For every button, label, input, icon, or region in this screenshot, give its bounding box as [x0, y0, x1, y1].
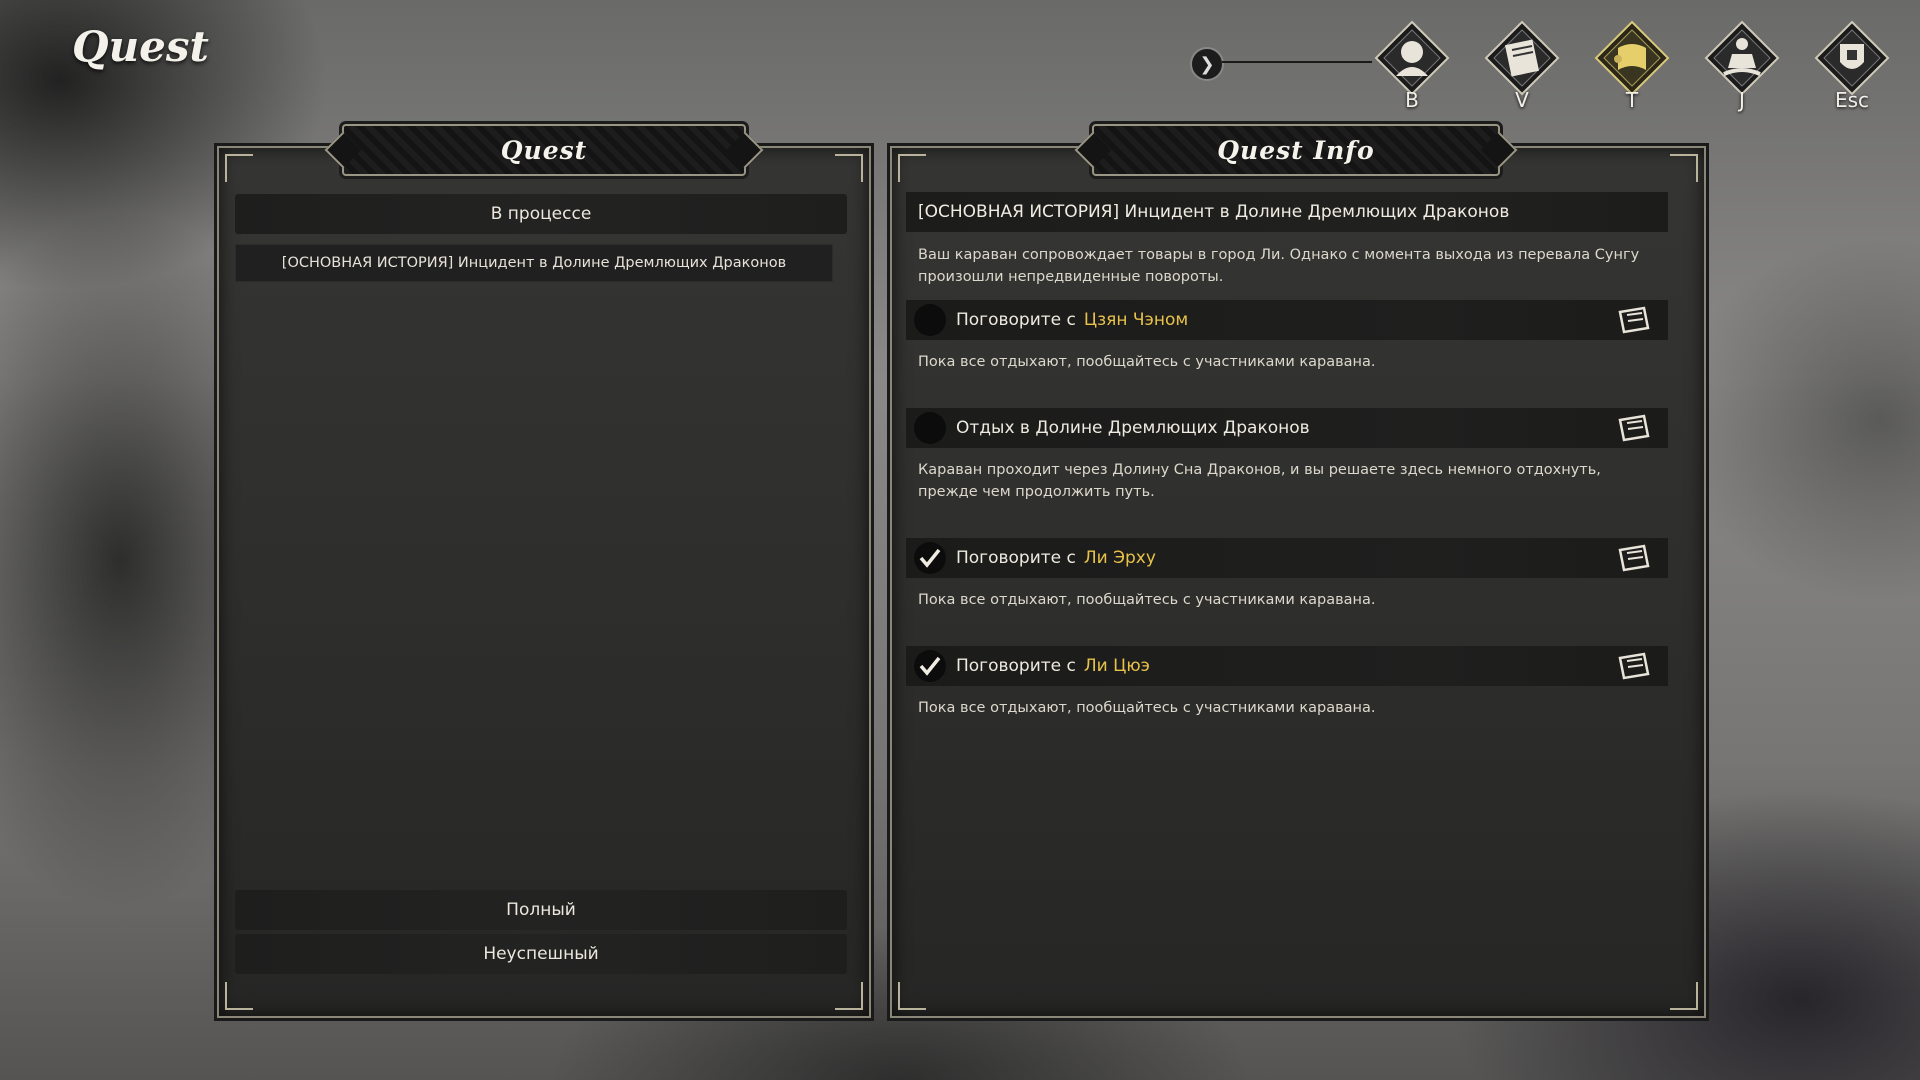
panel-corner-ornament: [225, 982, 253, 1010]
panel-corner-ornament: [1670, 982, 1698, 1010]
scroll-quest-icon: [1594, 20, 1670, 96]
npc-name: Ли Цюэ: [1083, 656, 1150, 676]
task-row: Поговорите с Цзян Чэном: [906, 300, 1668, 340]
category-completed[interactable]: Полный: [235, 890, 847, 930]
task-description: Пока все отдыхают, пообщайтесь с участни…: [918, 354, 1376, 370]
track-task-button[interactable]: [1614, 412, 1654, 444]
meditation-figure-icon: [1704, 20, 1780, 96]
chevron-right-icon: ❯: [1199, 53, 1215, 75]
book-icon: [1484, 20, 1560, 96]
task-complete-marker: [914, 542, 946, 574]
nav-meditation-button[interactable]: J: [1702, 18, 1782, 118]
task-text: Поговорите с: [956, 310, 1076, 330]
scroll-icon: [1618, 652, 1650, 680]
panel-corner-ornament: [835, 982, 863, 1010]
panel-corner-ornament: [225, 154, 253, 182]
panel-corner-ornament: [1670, 154, 1698, 182]
task-text: Поговорите с: [956, 548, 1076, 568]
task-description: Пока все отдыхают, пообщайтесь с участни…: [918, 592, 1376, 608]
task-text: Поговорите с: [956, 656, 1076, 676]
scroll-icon: [1618, 306, 1650, 334]
nav-book-button[interactable]: V: [1482, 18, 1562, 118]
quest-description: Ваш караван сопровождает товары в город …: [918, 247, 1640, 285]
shield-helmet-icon: [1814, 20, 1890, 96]
nav-system-button[interactable]: Esc: [1812, 18, 1892, 118]
task-row: Поговорите с Ли Эрху: [906, 538, 1668, 578]
panel-corner-ornament: [898, 982, 926, 1010]
task-description: Пока все отдыхают, пообщайтесь с участни…: [918, 700, 1376, 716]
panel-corner-ornament: [835, 154, 863, 182]
task-row: Отдых в Долине Дремлющих Драконов: [906, 408, 1668, 448]
scroll-icon: [1618, 544, 1650, 572]
track-task-button[interactable]: [1614, 304, 1654, 336]
nav-key-label: J: [1739, 88, 1745, 112]
quest-panel-header: Quest: [342, 124, 746, 176]
quest-list-item[interactable]: [ОСНОВНАЯ ИСТОРИЯ] Инцидент в Долине Дре…: [235, 244, 833, 282]
task-label: Поговорите с Ли Эрху: [956, 548, 1614, 568]
expand-nav-button[interactable]: ❯: [1190, 47, 1224, 81]
track-task-button[interactable]: [1614, 650, 1654, 682]
nav-character-button[interactable]: B: [1372, 18, 1452, 118]
nav-quest-button[interactable]: T: [1592, 18, 1672, 118]
task-description: Караван проходит через Долину Сна Дракон…: [918, 462, 1601, 500]
task-text: Отдых в Долине Дремлющих Драконов: [956, 418, 1310, 438]
nav-divider: [1222, 61, 1372, 63]
task-complete-marker: [914, 650, 946, 682]
checkmark-icon: [919, 656, 941, 676]
npc-name: Цзян Чэном: [1083, 310, 1189, 330]
task-row: Поговорите с Ли Цюэ: [906, 646, 1668, 686]
character-portrait-icon: [1374, 20, 1450, 96]
task-incomplete-marker: [914, 304, 946, 336]
track-task-button[interactable]: [1614, 542, 1654, 574]
nav-key-label: Esc: [1834, 88, 1870, 112]
category-in-progress[interactable]: В процессе: [235, 194, 847, 234]
category-failed[interactable]: Неуспешный: [235, 934, 847, 974]
checkmark-icon: [919, 548, 941, 568]
nav-key-label: B: [1405, 88, 1419, 112]
task-label: Поговорите с Цзян Чэном: [956, 310, 1614, 330]
quest-title: [ОСНОВНАЯ ИСТОРИЯ] Инцидент в Долине Дре…: [906, 192, 1668, 232]
scroll-icon: [1618, 414, 1650, 442]
task-label: Отдых в Долине Дремлющих Драконов: [956, 418, 1614, 438]
quest-info-header: Quest Info: [1092, 124, 1500, 176]
task-label: Поговорите с Ли Цюэ: [956, 656, 1614, 676]
screen-title: Quest: [72, 22, 209, 71]
task-incomplete-marker: [914, 412, 946, 444]
npc-name: Ли Эрху: [1083, 548, 1156, 568]
nav-key-label: T: [1625, 88, 1639, 112]
nav-key-label: V: [1515, 88, 1529, 112]
panel-corner-ornament: [898, 154, 926, 182]
